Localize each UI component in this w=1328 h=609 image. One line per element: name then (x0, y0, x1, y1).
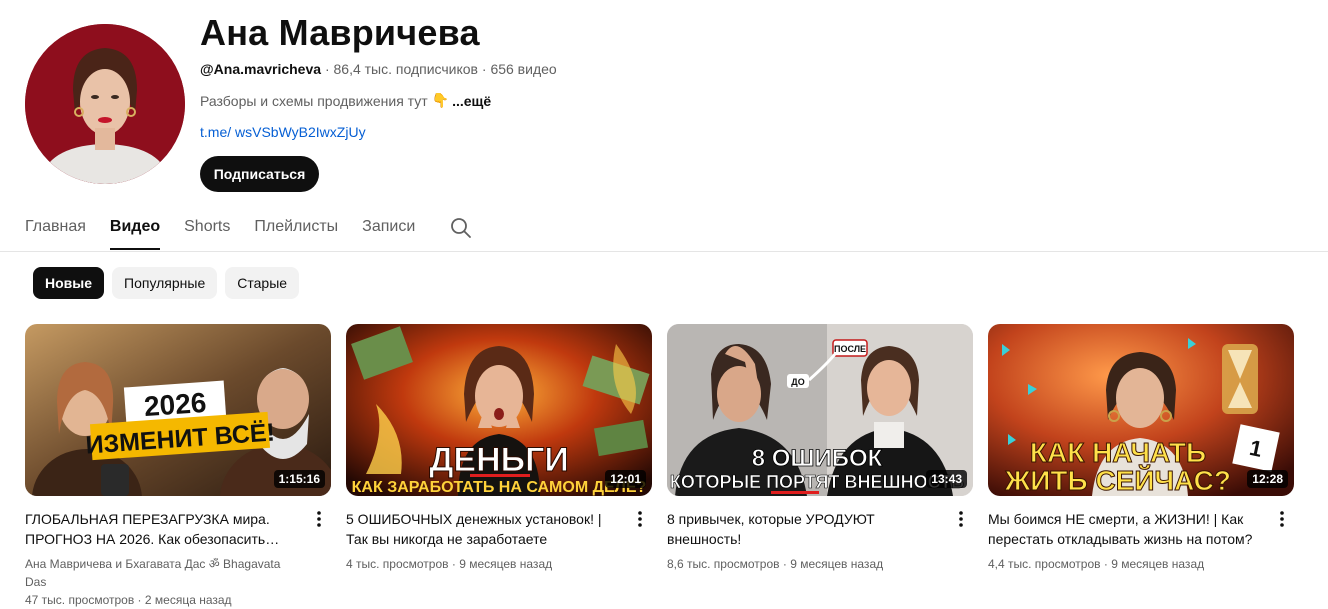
chip-newest[interactable]: Новые (33, 267, 105, 299)
video-thumbnail[interactable]: 1 КАК НАЧАТЬ ЖИТЬ СЕЙЧАС? 12:28 (988, 324, 1294, 496)
more-actions-icon[interactable] (1270, 507, 1294, 531)
pointing-down-icon: 👇 (431, 92, 450, 108)
thumb-text-line2: КАК ЗАРАБОТАТЬ НА САМОМ ДЕЛЕ? (352, 479, 647, 496)
more-actions-icon[interactable] (307, 507, 331, 531)
thumb-before-label: ДО (791, 377, 804, 387)
video-date: 9 месяцев назад (790, 557, 884, 571)
video-title[interactable]: ГЛОБАЛЬНАЯ ПЕРЕЗАГРУЗКА мира. ПРОГНОЗ НА… (25, 509, 301, 549)
description-text: Разборы и схемы продвижения тут (200, 92, 428, 109)
video-views: 8,6 тыс. просмотров (667, 557, 780, 571)
thumb-text-line2: КОТОРЫЕ ПОРТЯТ ВНЕШНОСТЬ (670, 472, 964, 492)
sort-chips: Новые Популярные Старые (33, 267, 300, 299)
tab-home[interactable]: Главная (25, 210, 86, 250)
video-thumbnail[interactable]: ПОСЛЕ ДО 8 ОШИБОК КОТОРЫЕ ПОРТЯТ ВНЕШНОС… (667, 324, 973, 496)
chip-popular[interactable]: Популярные (112, 267, 218, 299)
video-duration: 12:28 (1247, 470, 1288, 488)
channel-name: Ана Мавричева (200, 12, 480, 53)
video-duration: 1:15:16 (273, 470, 325, 488)
tab-posts[interactable]: Записи (362, 210, 415, 250)
video-thumbnail[interactable]: 2026 ИЗМЕНИТ ВСЁ! 1:15:16 (25, 324, 331, 496)
channel-handle: @Ana.mavricheva (200, 61, 322, 77)
video-duration: 13:43 (926, 470, 967, 488)
subscribe-button[interactable]: Подписаться (200, 156, 319, 192)
thumb-text-line1: КАК НАЧАТЬ (1030, 437, 1206, 468)
meta-separator: · (451, 557, 456, 571)
tab-videos[interactable]: Видео (109, 210, 161, 250)
thumb-after-label: ПОСЛЕ (834, 344, 866, 354)
video-card: ДЕНЬГИ КАК ЗАРАБОТАТЬ НА САМОМ ДЕЛЕ? 12:… (346, 324, 652, 573)
channel-meta: @Ana.mavricheva · 86,4 тыс. подписчиков … (200, 61, 557, 77)
video-date: 9 месяцев назад (1111, 557, 1205, 571)
meta-separator: · (782, 557, 787, 571)
video-card: ПОСЛЕ ДО 8 ОШИБОК КОТОРЫЕ ПОРТЯТ ВНЕШНОС… (667, 324, 973, 573)
video-author[interactable]: Ана Мавричева и Бхагавата Дас ॐ Bhagavat… (25, 555, 301, 591)
search-icon[interactable] (449, 216, 473, 240)
tab-shorts[interactable]: Shorts (184, 210, 230, 250)
avatar-image (25, 24, 185, 184)
video-views: 4 тыс. просмотров (346, 557, 449, 571)
thumb-text-line1: 2026 (143, 387, 207, 422)
thumb-text-line2: ЖИТЬ СЕЙЧАС? (1004, 464, 1231, 496)
meta-separator: · (324, 61, 330, 77)
more-actions-icon[interactable] (949, 507, 973, 531)
channel-avatar[interactable] (25, 24, 185, 184)
channel-description[interactable]: Разборы и схемы продвижения тут 👇 ...ещё (200, 92, 491, 109)
thumb-text-line1: 8 ОШИБОК (752, 445, 883, 472)
video-card: 1 КАК НАЧАТЬ ЖИТЬ СЕЙЧАС? 12:28 Мы боимс… (988, 324, 1294, 573)
video-thumbnail[interactable]: ДЕНЬГИ КАК ЗАРАБОТАТЬ НА САМОМ ДЕЛЕ? 12:… (346, 324, 652, 496)
video-date: 9 месяцев назад (459, 557, 553, 571)
thumb-text-line1: ДЕНЬГИ (429, 441, 569, 479)
video-title[interactable]: 8 привычек, которые УРОДУЮТ внешность! (667, 509, 943, 549)
tabs-divider (0, 251, 1328, 252)
meta-separator: · (1103, 557, 1108, 571)
chip-oldest[interactable]: Старые (225, 267, 300, 299)
more-actions-icon[interactable] (628, 507, 652, 531)
video-title[interactable]: 5 ОШИБОЧНЫХ денежных установок! | Так вы… (346, 509, 622, 549)
subscriber-count: 86,4 тыс. подписчиков (333, 61, 478, 77)
more-button[interactable]: ...ещё (452, 93, 491, 109)
video-card: 2026 ИЗМЕНИТ ВСЁ! 1:15:16 ГЛОБАЛЬНАЯ ПЕР… (25, 324, 331, 609)
meta-separator: · (481, 61, 487, 77)
tab-playlists[interactable]: Плейлисты (254, 210, 338, 250)
channel-link[interactable]: t.me/ wsVSbWyB2IwxZjUy (200, 124, 366, 140)
channel-tabs: Главная Видео Shorts Плейлисты Записи (25, 210, 439, 252)
video-duration: 12:01 (605, 470, 646, 488)
video-count: 656 видео (490, 61, 557, 77)
video-title[interactable]: Мы боимся НЕ смерти, а ЖИЗНИ! | Как пере… (988, 509, 1264, 549)
video-views: 4,4 тыс. просмотров (988, 557, 1101, 571)
